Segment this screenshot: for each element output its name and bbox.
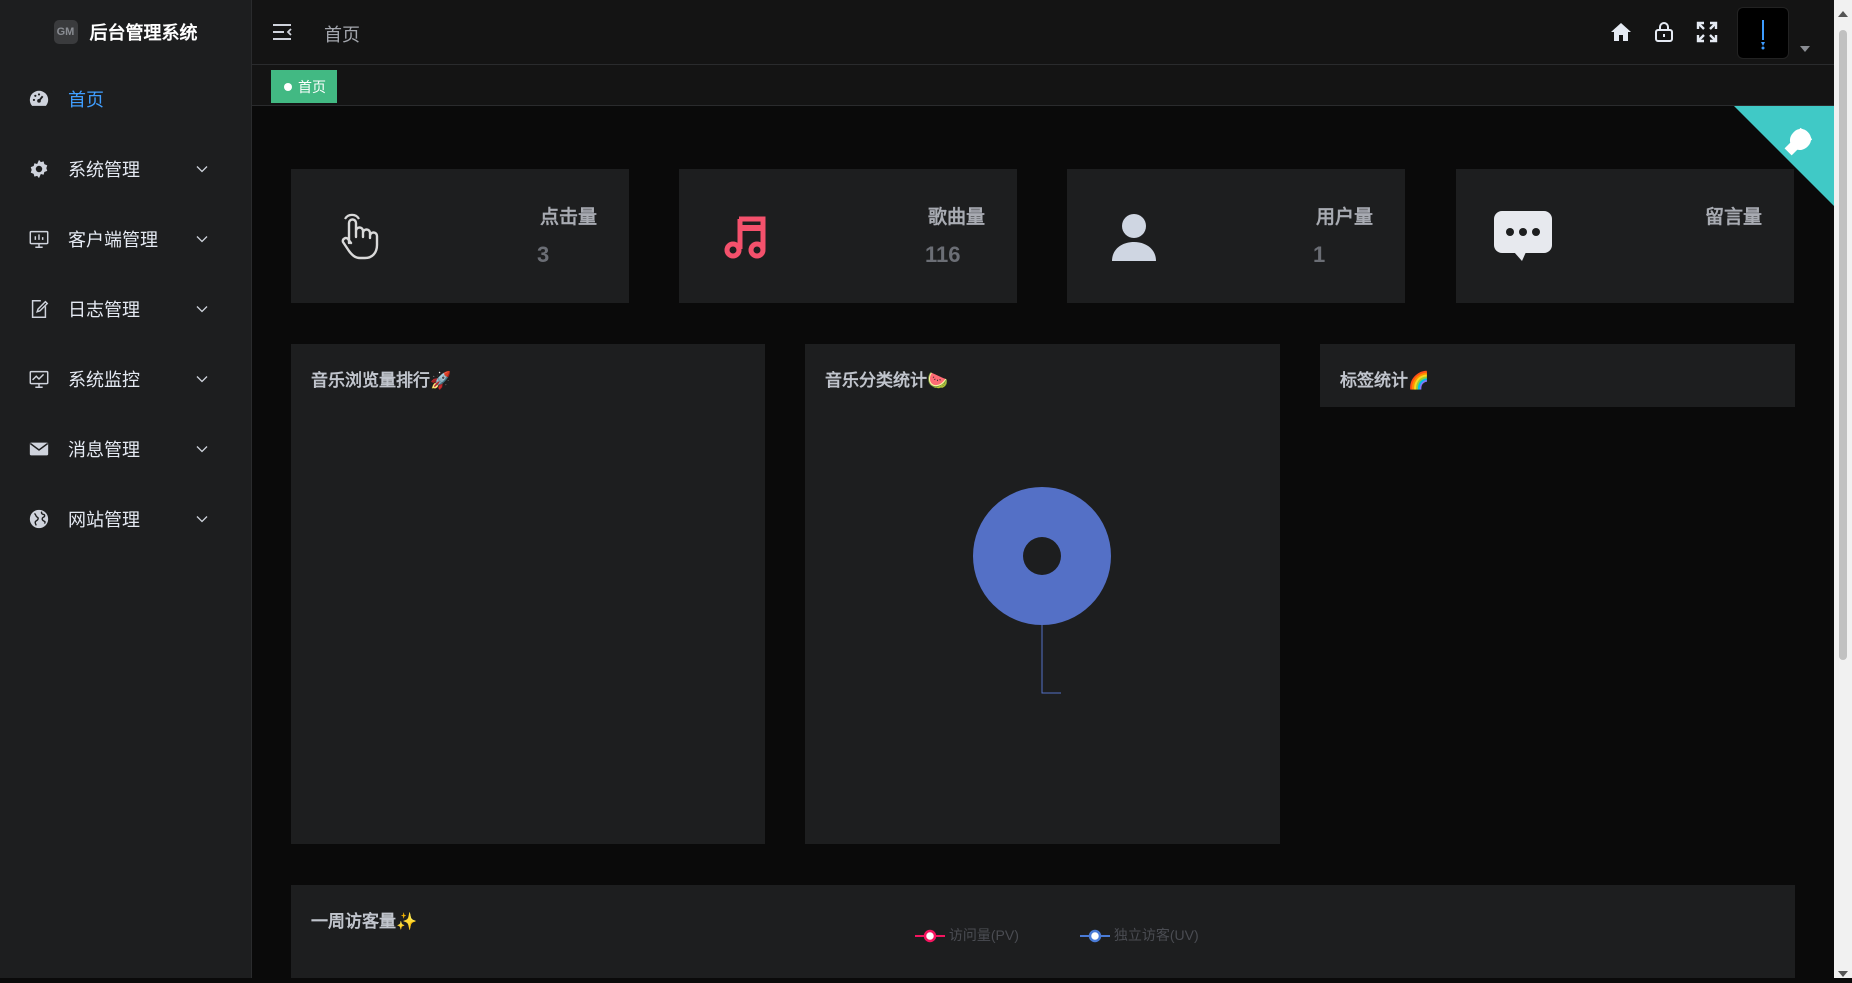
pie-slice[interactable] [973, 486, 1111, 626]
chevron-down-icon [196, 370, 208, 388]
avatar[interactable] [1737, 7, 1789, 59]
stat-card-songs[interactable]: 歌曲量 116 [679, 169, 1017, 303]
sidebar: GM 后台管理系统 首页 系统管理 客户端管理 日志管理 系统监控 消息管理 网… [0, 0, 252, 978]
brand-logo: GM [53, 20, 78, 44]
page-scrollbar[interactable] [1834, 0, 1852, 978]
sidebar-item-label: 首页 [68, 90, 104, 110]
sidebar-item-label: 系统管理 [68, 160, 140, 180]
chevron-down-icon [196, 160, 208, 178]
dashboard-icon [28, 88, 50, 110]
sidebar-item-messages[interactable]: 消息管理 [0, 414, 251, 484]
stat-title: 用户量 [1315, 207, 1373, 228]
chevron-down-icon [196, 510, 208, 528]
monitor-chart-icon [28, 368, 50, 390]
brand-title: 后台管理系统 [89, 23, 198, 43]
stat-title: 歌曲量 [927, 207, 985, 228]
sidebar-item-label: 客户端管理 [68, 230, 158, 250]
tag-stats-panel: 标签统计🌈 [1320, 344, 1795, 407]
sidebar-item-monitor[interactable]: 系统监控 [0, 344, 251, 414]
panel-title: 一周访客量✨ [311, 912, 418, 931]
scroll-down-icon[interactable] [1838, 965, 1848, 977]
tags-view: 首页 [252, 65, 1834, 106]
category-pie-chart [973, 486, 1111, 694]
sidebar-item-website[interactable]: 网站管理 [0, 484, 251, 554]
legend-pv[interactable]: 访问量(PV) [915, 925, 1019, 945]
brand[interactable]: GM 后台管理系统 [0, 0, 251, 64]
sidebar-item-label: 系统监控 [68, 370, 140, 390]
legend-pv-marker-icon [915, 930, 945, 943]
home-icon[interactable] [1609, 20, 1633, 44]
stat-card-messages[interactable]: 留言量 [1456, 169, 1794, 303]
stat-title: 留言量 [1704, 207, 1762, 228]
breadcrumb[interactable]: 首页 [324, 21, 360, 47]
scrollbar-thumb[interactable] [1839, 30, 1847, 660]
stat-card-users[interactable]: 用户量 1 [1067, 169, 1405, 303]
hand-pointer-icon [327, 205, 389, 267]
legend-label: 访问量(PV) [948, 927, 1019, 943]
sidebar-menu: 首页 系统管理 客户端管理 日志管理 系统监控 消息管理 网站管理 [0, 64, 251, 554]
music-rank-panel: 音乐浏览量排行🚀 [291, 344, 765, 844]
sidebar-item-logs[interactable]: 日志管理 [0, 274, 251, 344]
sidebar-item-home[interactable]: 首页 [0, 64, 251, 134]
legend-uv[interactable]: 独立访客(UV) [1080, 925, 1199, 945]
monitor-icon [28, 228, 50, 250]
pie-label-line [1041, 625, 1061, 694]
stat-value: 3 [537, 242, 550, 267]
stat-title: 点击量 [539, 207, 597, 228]
envelope-icon [28, 438, 50, 460]
legend-label: 独立访客(UV) [1113, 927, 1199, 943]
weekly-visits-panel: 一周访客量✨ 访问量(PV) 独立访客(UV) [291, 885, 1795, 978]
user-icon [1103, 205, 1165, 267]
lock-icon[interactable] [1652, 20, 1676, 44]
music-category-panel: 音乐分类统计🍉 [805, 344, 1280, 844]
scroll-up-icon[interactable] [1838, 5, 1848, 17]
fullscreen-icon[interactable] [1695, 20, 1719, 44]
stat-value: 1 [1313, 242, 1326, 267]
sidebar-item-client[interactable]: 客户端管理 [0, 204, 251, 274]
chevron-down-icon [196, 230, 208, 248]
sidebar-item-label: 网站管理 [68, 510, 140, 530]
collapse-menu-icon[interactable] [270, 20, 294, 44]
edit-document-icon [28, 298, 50, 320]
panel-title: 标签统计🌈 [1340, 371, 1430, 390]
tag-home[interactable]: 首页 [271, 70, 337, 103]
dashboard-main: 点击量 3 歌曲量 116 用户量 1 留言量 音乐浏览量排行🚀 音乐分类统计🍉… [252, 106, 1834, 978]
message-bubble-icon [1492, 205, 1554, 267]
sidebar-item-system[interactable]: 系统管理 [0, 134, 251, 204]
caret-down-icon[interactable] [1800, 40, 1810, 52]
globe-icon [28, 508, 50, 530]
sidebar-item-label: 日志管理 [68, 300, 140, 320]
music-note-icon [715, 205, 777, 267]
gear-icon [28, 158, 50, 180]
active-dot-icon [284, 82, 292, 91]
chevron-down-icon [196, 300, 208, 318]
sidebar-item-label: 消息管理 [68, 440, 140, 460]
stat-card-clicks[interactable]: 点击量 3 [291, 169, 629, 303]
stat-value: 116 [925, 242, 961, 267]
legend-uv-marker-icon [1080, 930, 1110, 943]
chevron-down-icon [196, 440, 208, 458]
topbar: 首页 [252, 0, 1834, 65]
panel-title: 音乐浏览量排行🚀 [311, 371, 452, 390]
tag-label: 首页 [298, 78, 326, 95]
